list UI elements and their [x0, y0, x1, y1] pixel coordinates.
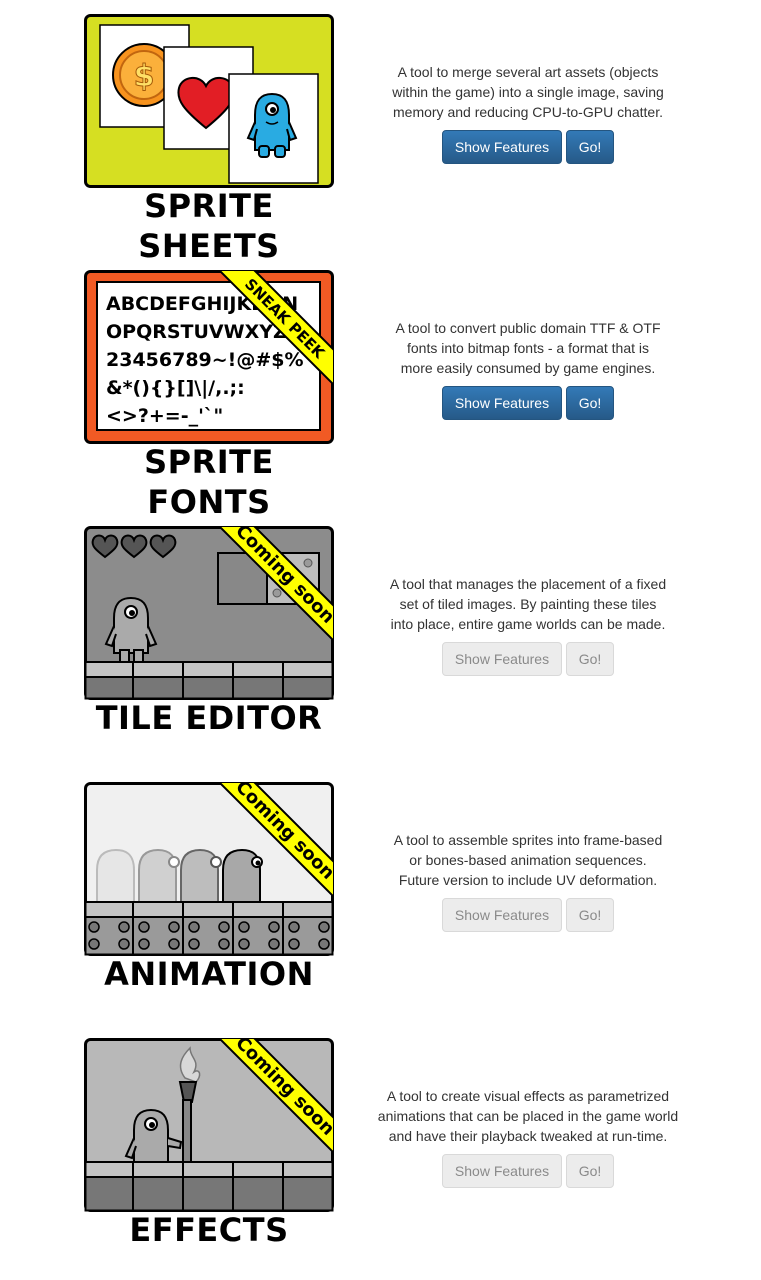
tool-title: EFFECTS	[129, 1211, 289, 1249]
go-button[interactable]: Go!	[566, 130, 614, 164]
tile-editor-illustration: Coming soon	[84, 526, 334, 700]
tool-description: A tool to create visual effects as param…	[377, 1088, 679, 1144]
tool-effects: Coming soon EFFECTS A tool to create vis…	[0, 1024, 761, 1280]
tool-title: SPRITE FONTS	[144, 443, 274, 521]
sprite-sheets-illustration: $	[84, 14, 334, 188]
animation-illustration: Coming soon	[84, 782, 334, 956]
tool-animation: Coming soon ANIMATION A tool to assemble…	[0, 768, 761, 1024]
effects-illustration: Coming soon	[84, 1038, 334, 1212]
tile-floor	[84, 661, 334, 700]
glyph-line: <>?+=-_'`"	[106, 405, 223, 427]
glyph-line: &*(){}[]\|/,.;:	[106, 377, 245, 399]
show-features-button[interactable]: Show Features	[442, 1154, 562, 1188]
show-features-button[interactable]: Show Features	[442, 130, 562, 164]
go-button[interactable]: Go!	[566, 386, 614, 420]
tool-sprite-fonts: ABCDEFGHIJKLMN OPQRSTUVWXYZ01 23456789~!…	[0, 256, 761, 521]
tool-description: A tool to merge several art assets (obje…	[392, 64, 664, 120]
tool-description: A tool that manages the placement of a f…	[389, 576, 667, 632]
tool-sprite-sheets: $ SPRITE SHEETS A tool to merge several …	[0, 0, 761, 265]
coin-symbol: $	[134, 59, 155, 94]
show-features-button[interactable]: Show Features	[442, 642, 562, 676]
tool-tile-editor: Coming soon TILE EDITOR A tool that mana…	[0, 512, 761, 768]
glyph-line: 23456789~!@#$%	[106, 349, 304, 371]
tool-title: ANIMATION	[104, 955, 314, 993]
tool-title: SPRITE SHEETS	[138, 187, 280, 265]
go-button[interactable]: Go!	[566, 642, 614, 676]
tool-description: A tool to convert public domain TTF & OT…	[395, 320, 661, 376]
go-button[interactable]: Go!	[566, 898, 614, 932]
tool-description: A tool to assemble sprites into frame-ba…	[393, 832, 663, 888]
tool-title: TILE EDITOR	[95, 699, 323, 737]
go-button[interactable]: Go!	[566, 1154, 614, 1188]
tile-floor	[84, 1161, 334, 1212]
show-features-button[interactable]: Show Features	[442, 386, 562, 420]
sprite-fonts-illustration: ABCDEFGHIJKLMN OPQRSTUVWXYZ01 23456789~!…	[84, 270, 334, 444]
heart-icon	[91, 534, 177, 559]
show-features-button[interactable]: Show Features	[442, 898, 562, 932]
